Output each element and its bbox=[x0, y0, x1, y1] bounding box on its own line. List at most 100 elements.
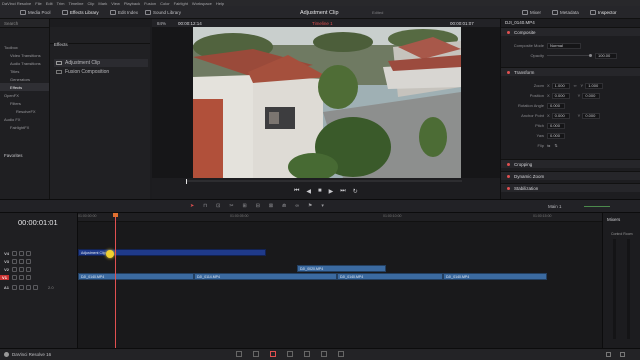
enable-dot[interactable] bbox=[507, 70, 510, 74]
stabilization-section[interactable]: Stabilization bbox=[501, 183, 640, 192]
timeline-clip-v2[interactable]: DJI_0020.MP4 bbox=[297, 265, 386, 272]
last-frame-icon[interactable]: ⏭ bbox=[340, 188, 345, 195]
tree-item[interactable]: Toolbox bbox=[0, 43, 49, 51]
rotation-field[interactable]: 0.000 bbox=[547, 102, 565, 109]
video-frame[interactable] bbox=[193, 27, 461, 178]
lock-icon[interactable] bbox=[12, 250, 17, 256]
enable-dot[interactable] bbox=[507, 174, 510, 178]
tree-item[interactable]: OpenFX bbox=[0, 91, 49, 99]
link-icon[interactable]: ∞ bbox=[574, 83, 577, 88]
anchor-x-field[interactable]: 0.000 bbox=[551, 112, 570, 119]
flip-horizontal-icon[interactable]: ⇆ bbox=[547, 143, 550, 148]
menu-item[interactable]: Workspace bbox=[192, 1, 212, 6]
lock-icon[interactable] bbox=[12, 284, 17, 290]
lock-icon[interactable] bbox=[12, 274, 17, 280]
menu-item[interactable]: View bbox=[111, 1, 120, 6]
menu-item[interactable]: Edit bbox=[46, 1, 53, 6]
position-y-field[interactable]: 0.000 bbox=[582, 92, 601, 99]
visibility-icon[interactable] bbox=[26, 258, 31, 264]
opacity-field[interactable]: 100.00 bbox=[595, 52, 617, 59]
auto-select-icon[interactable] bbox=[19, 266, 24, 272]
tree-item[interactable]: ResolveFX bbox=[0, 107, 49, 115]
effect-item-adjustment-clip[interactable]: Adjustment Clip bbox=[54, 59, 148, 67]
menu-item[interactable]: Playback bbox=[124, 1, 140, 6]
playhead-handle[interactable] bbox=[113, 213, 118, 217]
timeline-clip-v1[interactable]: DJI_0140.MP4 bbox=[443, 273, 547, 280]
favorites-header[interactable]: Favorites bbox=[4, 153, 23, 158]
composite-section[interactable]: Composite bbox=[501, 27, 640, 36]
metadata-button[interactable]: Metadata bbox=[552, 6, 579, 19]
tree-item[interactable]: Audio FX bbox=[0, 115, 49, 123]
visibility-icon[interactable] bbox=[26, 274, 31, 280]
track-header-v1[interactable]: V1 bbox=[0, 273, 78, 281]
anchor-y-field[interactable]: 0.000 bbox=[582, 112, 601, 119]
track-header-v4[interactable]: V4 bbox=[0, 249, 78, 257]
lock-icon[interactable] bbox=[12, 258, 17, 264]
enable-dot[interactable] bbox=[507, 162, 510, 166]
track-header-v2[interactable]: V2 bbox=[0, 265, 78, 273]
zoom-slider[interactable] bbox=[584, 206, 610, 207]
track-header-a1[interactable]: A1 2.0 bbox=[0, 283, 78, 291]
timeline-clip-v1[interactable]: DJI_0140.MP4 bbox=[337, 273, 443, 280]
mute-icon[interactable] bbox=[33, 284, 38, 290]
overwrite-icon[interactable]: ⊟ bbox=[256, 203, 260, 209]
flip-vertical-icon[interactable]: ⇅ bbox=[554, 143, 557, 148]
sound-library-button[interactable]: Sound Library bbox=[145, 6, 181, 19]
cut-page-icon[interactable] bbox=[253, 351, 259, 357]
menu-item[interactable]: Help bbox=[216, 1, 224, 6]
home-icon[interactable] bbox=[606, 352, 611, 357]
visibility-icon[interactable] bbox=[26, 266, 31, 272]
menu-item[interactable]: Clip bbox=[87, 1, 94, 6]
media-pool-button[interactable]: Media Pool bbox=[20, 6, 51, 19]
track-header-v3[interactable]: V3 bbox=[0, 257, 78, 265]
fairlight-page-icon[interactable] bbox=[321, 351, 327, 357]
timeline-clip-v1[interactable]: DJI_0140.MP4 bbox=[78, 273, 194, 280]
auto-select-icon[interactable] bbox=[19, 258, 24, 264]
playhead-marker[interactable] bbox=[186, 179, 187, 184]
tree-item[interactable]: FairlightFX bbox=[0, 123, 49, 131]
menu-item[interactable]: Trim bbox=[57, 1, 65, 6]
timeline-name[interactable]: Timeline 1 bbox=[312, 21, 333, 26]
first-frame-icon[interactable]: ⏮ bbox=[294, 188, 299, 195]
link-icon[interactable]: ∞ bbox=[295, 203, 299, 209]
trim-tool-icon[interactable]: ⊓ bbox=[203, 203, 207, 209]
rewind-icon[interactable]: ◀ bbox=[306, 188, 311, 195]
visibility-icon[interactable] bbox=[26, 250, 31, 256]
menu-item[interactable]: Mark bbox=[98, 1, 107, 6]
auto-select-icon[interactable] bbox=[19, 284, 24, 290]
snapping-icon[interactable]: ⋒ bbox=[282, 203, 286, 209]
play-icon[interactable]: ▶ bbox=[329, 188, 334, 195]
search-field[interactable]: Search bbox=[0, 19, 49, 28]
position-x-field[interactable]: 0.000 bbox=[551, 92, 570, 99]
yaw-field[interactable]: 0.000 bbox=[547, 132, 565, 139]
pitch-field[interactable]: 0.000 bbox=[547, 122, 565, 129]
mixer-button[interactable]: Mixer bbox=[522, 6, 541, 19]
menu-item[interactable]: File bbox=[35, 1, 41, 6]
auto-select-icon[interactable] bbox=[19, 250, 24, 256]
replace-icon[interactable]: ⊠ bbox=[269, 203, 273, 209]
tree-item[interactable]: Filters bbox=[0, 99, 49, 107]
timeline-ruler[interactable]: 01:00:00:00 01:00:05:00 01:00:10:00 01:0… bbox=[78, 213, 602, 222]
timeline-clip-v1[interactable]: DJI_0114.MP4 bbox=[194, 273, 337, 280]
effect-item-fusion-composition[interactable]: Fusion Composition bbox=[54, 68, 148, 76]
fusion-page-icon[interactable] bbox=[287, 351, 293, 357]
auto-select-icon[interactable] bbox=[19, 274, 24, 280]
menu-item[interactable]: Timeline bbox=[69, 1, 84, 6]
insert-icon[interactable]: ⊞ bbox=[243, 203, 247, 209]
media-page-icon[interactable] bbox=[236, 351, 242, 357]
flag-icon[interactable]: ⚑ bbox=[308, 203, 312, 209]
marker-icon[interactable]: ▾ bbox=[321, 203, 324, 209]
zoom-x-field[interactable]: 1.000 bbox=[551, 82, 570, 89]
dynamic-trim-icon[interactable]: ⊡ bbox=[216, 203, 220, 209]
dynamic-zoom-section[interactable]: Dynamic Zoom bbox=[501, 171, 640, 180]
main-track-selector[interactable]: Main 1 bbox=[548, 204, 562, 209]
color-page-icon[interactable] bbox=[304, 351, 310, 357]
edit-page-icon[interactable] bbox=[270, 351, 276, 357]
menu-item[interactable]: Fairlight bbox=[174, 1, 188, 6]
deliver-page-icon[interactable] bbox=[338, 351, 344, 357]
zoom-y-field[interactable]: 1.000 bbox=[585, 82, 604, 89]
blade-tool-icon[interactable]: ✂ bbox=[229, 203, 233, 209]
stop-icon[interactable]: ■ bbox=[318, 188, 322, 195]
viewer-zoom[interactable]: 84% bbox=[157, 21, 166, 26]
settings-icon[interactable] bbox=[620, 352, 625, 357]
